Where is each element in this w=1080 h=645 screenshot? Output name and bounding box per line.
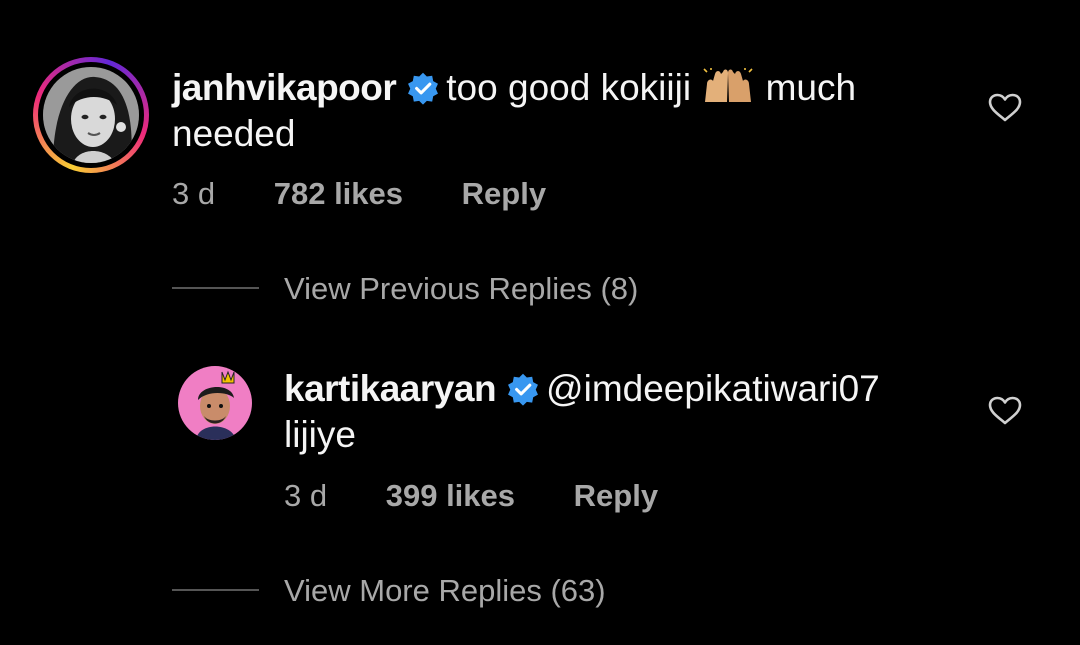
- verified-badge-icon: [408, 72, 439, 105]
- avatar[interactable]: [178, 366, 252, 440]
- avatar-image-icon: [43, 67, 139, 163]
- reply-likes[interactable]: 399 likes: [386, 478, 515, 513]
- comment-meta: 3 d 782 likes Reply: [172, 176, 546, 212]
- avatar-story-ring[interactable]: [33, 57, 149, 173]
- replies-divider-line: [172, 589, 259, 591]
- view-previous-replies-button[interactable]: View Previous Replies (8): [284, 271, 638, 307]
- verified-badge-icon: [508, 373, 539, 406]
- replies-divider-line: [172, 287, 259, 289]
- like-heart-icon[interactable]: [988, 396, 1022, 426]
- comment-text: janhvikapoor too good kokiiji much neede…: [172, 65, 972, 157]
- reply-body: lijiye: [284, 414, 356, 455]
- reply-button[interactable]: Reply: [462, 176, 546, 211]
- like-heart-icon[interactable]: [988, 93, 1022, 123]
- avatar-image-icon: [178, 366, 252, 440]
- comment-likes[interactable]: 782 likes: [274, 176, 403, 211]
- reply-button[interactable]: Reply: [574, 478, 658, 513]
- reply-username[interactable]: kartikaaryan: [284, 368, 497, 409]
- reply-meta: 3 d 399 likes Reply: [284, 478, 658, 514]
- comment-username[interactable]: janhvikapoor: [172, 67, 397, 108]
- avatar: [43, 67, 139, 163]
- reply-text: kartikaaryan @imdeepikatiwari07 lijiye: [284, 366, 964, 458]
- reply-time: 3 d: [284, 478, 328, 513]
- raising-hands-emoji-icon: [703, 68, 753, 102]
- comment-body-cont: much: [765, 67, 857, 108]
- reply-mention-link[interactable]: @imdeepikatiwari07: [546, 368, 880, 409]
- comment-body-line2: needed: [172, 113, 296, 154]
- comment-body: too good kokiiji: [446, 67, 692, 108]
- comment-time: 3 d: [172, 176, 216, 211]
- view-more-replies-button[interactable]: View More Replies (63): [284, 573, 606, 609]
